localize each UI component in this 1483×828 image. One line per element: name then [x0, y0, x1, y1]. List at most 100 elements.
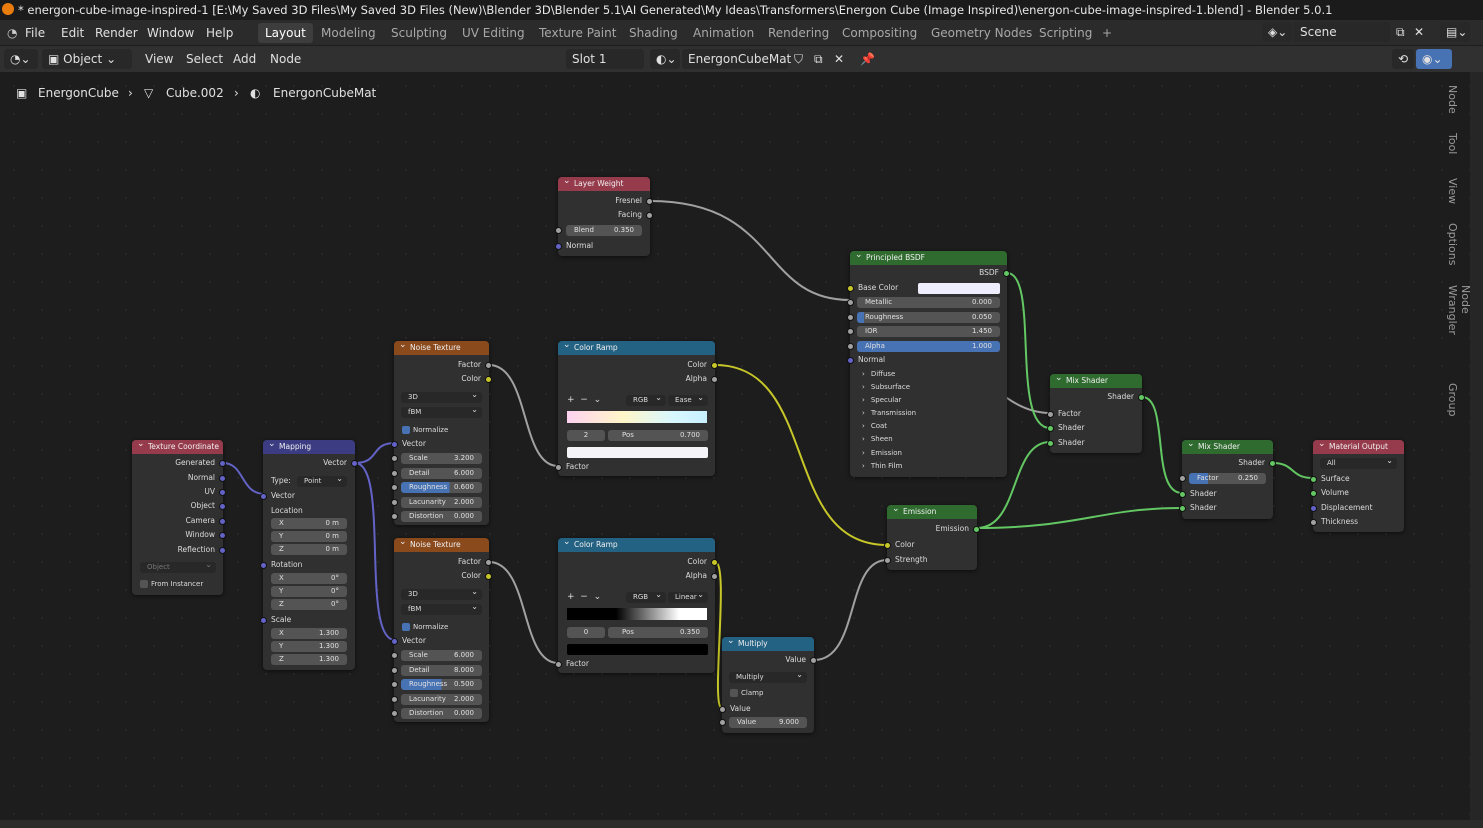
rotation-x-field[interactable]: X 0°	[271, 573, 347, 584]
socket[interactable]	[391, 441, 398, 448]
socket[interactable]	[646, 212, 653, 219]
socket[interactable]	[1047, 440, 1054, 447]
distortion-field[interactable]: Distortion 0.000	[401, 511, 482, 522]
node-header[interactable]: Mix Shader	[1182, 437, 1273, 454]
dimensions-select[interactable]: 3D	[401, 586, 482, 600]
socket[interactable]	[719, 719, 726, 726]
socket[interactable]	[711, 362, 718, 369]
socket[interactable]	[1310, 490, 1317, 497]
panel-sheen[interactable]: Sheen	[862, 433, 893, 445]
node-noise-texture-1[interactable]: Noise Texture Factor Color 3D fBM Normal…	[391, 338, 492, 525]
socket[interactable]	[555, 464, 562, 471]
socket[interactable]	[847, 328, 854, 335]
node-color-ramp-2[interactable]: Color Ramp Color Alpha + − ⌄ RGB Linear …	[555, 535, 718, 673]
node-mapping[interactable]: Mapping Vector Type: Point Vector Locati…	[260, 437, 358, 670]
location-x-field[interactable]: X 0 m	[271, 518, 347, 529]
stop-position-field[interactable]: Pos 0.700	[608, 430, 708, 441]
target-select[interactable]: All	[1320, 455, 1397, 469]
socket[interactable]	[1310, 505, 1317, 512]
remove-stop-icon[interactable]: −	[580, 395, 588, 405]
node-header[interactable]: Principled BSDF	[850, 248, 1007, 265]
interpolation-select[interactable]: Ease	[668, 392, 708, 406]
color-ramp-gradient[interactable]	[567, 411, 707, 423]
node-mix-shader-1[interactable]: Mix Shader Shader Factor Shader Shader	[1047, 371, 1145, 453]
location-y-field[interactable]: Y 0 m	[271, 531, 347, 542]
panel-thin-film[interactable]: Thin Film	[862, 460, 903, 472]
add-stop-icon[interactable]: +	[567, 592, 575, 602]
stop-position-field[interactable]: Pos 0.350	[608, 627, 708, 638]
node-mix-shader-2[interactable]: Mix Shader Shader Factor 0.250 Shader Sha…	[1179, 437, 1276, 519]
socket[interactable]	[391, 638, 398, 645]
location-z-field[interactable]: Z 0 m	[271, 544, 347, 555]
socket[interactable]	[711, 573, 718, 580]
socket[interactable]	[485, 376, 492, 383]
panel-specular[interactable]: Specular	[862, 394, 902, 406]
normalize-checkbox[interactable]: Normalize	[402, 425, 448, 436]
socket[interactable]	[847, 285, 854, 292]
node-header[interactable]: Mix Shader	[1050, 371, 1142, 388]
node-emission[interactable]: Emission Emission Color Strength	[884, 502, 980, 570]
socket[interactable]	[1179, 475, 1186, 482]
node-header[interactable]: Color Ramp	[558, 535, 715, 552]
socket[interactable]	[391, 484, 398, 491]
roughness-field[interactable]: Roughness 0.600	[401, 482, 482, 493]
remove-stop-icon[interactable]: −	[580, 592, 588, 602]
socket[interactable]	[391, 513, 398, 520]
blend-field[interactable]: Blend 0.350	[566, 225, 642, 236]
panel-coat[interactable]: Coat	[862, 420, 887, 432]
socket[interactable]	[391, 681, 398, 688]
socket[interactable]	[884, 557, 891, 564]
node-multiply[interactable]: Multiply Value Multiply Clamp Value Valu…	[719, 634, 817, 733]
scale-field[interactable]: Scale 3.200	[401, 453, 482, 464]
socket[interactable]	[555, 243, 562, 250]
socket[interactable]	[219, 489, 226, 496]
tab-options[interactable]: Options	[1446, 223, 1459, 265]
socket[interactable]	[847, 314, 854, 321]
socket[interactable]	[555, 661, 562, 668]
socket[interactable]	[260, 493, 267, 500]
roughness-field[interactable]: Roughness 0.500	[401, 679, 482, 690]
socket[interactable]	[847, 343, 854, 350]
socket[interactable]	[1310, 519, 1317, 526]
from-instancer-checkbox[interactable]: From Instancer	[140, 579, 203, 590]
socket[interactable]	[1047, 411, 1054, 418]
node-header[interactable]: Mapping	[263, 437, 355, 454]
node-header[interactable]: Layer Weight	[558, 174, 650, 191]
interpolation-select[interactable]: Linear	[668, 589, 708, 603]
node-header[interactable]: Color Ramp	[558, 338, 715, 355]
add-stop-icon[interactable]: +	[567, 395, 575, 405]
stop-index-field[interactable]: 2	[567, 430, 605, 441]
socket[interactable]	[391, 455, 398, 462]
factor-field[interactable]: Factor 0.250	[1189, 473, 1266, 484]
socket[interactable]	[219, 532, 226, 539]
socket[interactable]	[391, 652, 398, 659]
stop-color-swatch[interactable]	[567, 644, 708, 655]
color-mode-select[interactable]: RGB	[626, 392, 666, 406]
scale-z-field[interactable]: Z 1.300	[271, 654, 347, 665]
socket[interactable]	[1003, 270, 1010, 277]
socket[interactable]	[219, 460, 226, 467]
scale-field[interactable]: Scale 6.000	[401, 650, 482, 661]
node-header[interactable]: Noise Texture	[394, 535, 489, 552]
tab-tool[interactable]: Tool	[1446, 133, 1459, 154]
node-header[interactable]: Material Output	[1313, 437, 1404, 454]
socket[interactable]	[485, 573, 492, 580]
noise-type-select[interactable]: fBM	[401, 601, 482, 615]
panel-subsurface[interactable]: Subsurface	[862, 381, 910, 393]
socket[interactable]	[711, 559, 718, 566]
socket[interactable]	[1310, 476, 1317, 483]
panel-emission[interactable]: Emission	[862, 447, 902, 459]
object-field[interactable]: Object	[140, 559, 216, 573]
chevron-down-icon[interactable]: ⌄	[594, 592, 602, 602]
stop-color-swatch[interactable]	[567, 447, 708, 458]
color-ramp-gradient[interactable]	[567, 608, 707, 620]
panel-diffuse[interactable]: Diffuse	[862, 368, 896, 380]
socket[interactable]	[391, 710, 398, 717]
node-header[interactable]: Emission	[887, 502, 977, 519]
color-mode-select[interactable]: RGB	[626, 589, 666, 603]
socket[interactable]	[485, 362, 492, 369]
lacunarity-field[interactable]: Lacunarity 2.000	[401, 497, 482, 508]
distortion-field[interactable]: Distortion 0.000	[401, 708, 482, 719]
socket[interactable]	[847, 357, 854, 364]
socket[interactable]	[1179, 505, 1186, 512]
